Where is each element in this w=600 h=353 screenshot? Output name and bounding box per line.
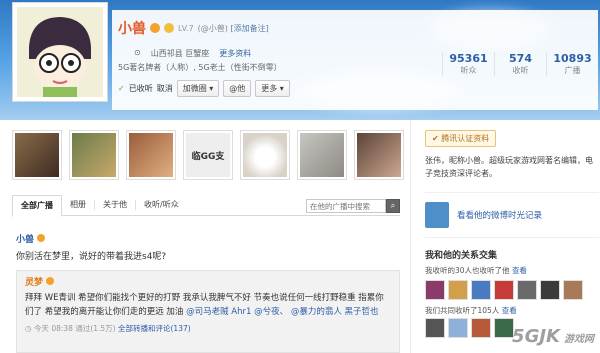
- avatar[interactable]: [494, 318, 514, 338]
- main-content: 临GG支 全部广播 相册 关于他 收听/听众 ⌕ 小兽 你别活在梦里，说好的带着…: [0, 120, 600, 353]
- photo-thumb[interactable]: [240, 130, 290, 180]
- view-common-link[interactable]: 查看: [512, 266, 527, 275]
- avatar[interactable]: [494, 280, 514, 300]
- avatar[interactable]: [471, 280, 491, 300]
- relation-mutual: 我们共同收听了105人 查看: [425, 306, 517, 315]
- tags-text: 5G著名牌者（人称）, 5G老土（性街不倒零）: [118, 63, 282, 72]
- unfollow-link[interactable]: 取消: [157, 83, 173, 94]
- quoted-author[interactable]: 灵梦: [25, 278, 43, 288]
- quoted-text: 拜拜 WE青训 希望你们能找个更好的打野 我承认我脾气不好 节奏也说任何一线打野…: [25, 293, 384, 317]
- profile-card: 小兽 LV.7 (@小兽) [添加备注] ⊙ 山西祁县 巨蟹座 更多资料 5G著…: [112, 10, 598, 110]
- stats-bar: 95361 听众 574 收听 10893 广播: [442, 52, 598, 76]
- stat-following[interactable]: 574 收听: [494, 52, 546, 76]
- relation-common-following: 我收听的30人也收听了他 查看: [425, 266, 527, 275]
- site-watermark: 5GJK 游戏网: [512, 326, 594, 347]
- more-info-link[interactable]: 更多资料: [219, 48, 251, 59]
- profile-name[interactable]: 小兽: [118, 18, 146, 38]
- avatar[interactable]: [448, 318, 468, 338]
- avatar[interactable]: [12, 2, 108, 102]
- stat-listeners[interactable]: 95361 听众: [442, 52, 494, 76]
- vip-badge-icon: [36, 234, 45, 242]
- post-author[interactable]: 小兽: [16, 235, 34, 245]
- all-comments-link[interactable]: 全部转播和评论(137): [118, 324, 191, 333]
- photo-strip: 临GG支: [12, 130, 404, 180]
- quoted-mentions[interactable]: @司马老贼 Ahr1 @兮夜、 @暴力的翡人 黑子哲也: [186, 307, 378, 317]
- broadcast-search-input[interactable]: [306, 199, 386, 213]
- tab-following[interactable]: 收听/听众: [136, 200, 187, 210]
- mutual-avatars: [425, 318, 514, 338]
- gold-badge-icon: [164, 23, 174, 33]
- avatar[interactable]: [448, 280, 468, 300]
- vip-badge-icon: [45, 277, 54, 285]
- sidebar: ✔ 腾讯认证资料 张伟，昵称小兽。超级玩家游戏网著名编辑，电子竞技资深评论者。 …: [410, 120, 600, 353]
- tab-all-broadcasts[interactable]: 全部广播: [12, 194, 62, 217]
- relation-title: 我和他的关系交集: [425, 251, 498, 261]
- tab-about[interactable]: 关于他: [95, 199, 136, 210]
- check-icon: ✓: [118, 84, 125, 93]
- stat-broadcasts[interactable]: 10893 广播: [546, 52, 598, 76]
- quoted-meta: ◷ 今天 08:38 通过(1.5万) 全部转播和评论(137): [25, 324, 191, 333]
- location-icon: ⊙: [134, 48, 141, 57]
- avatar[interactable]: [540, 280, 560, 300]
- post: 小兽 你别活在梦里，说好的带着我进s4呢?: [16, 232, 166, 262]
- timeline-column: 临GG支 全部广播 相册 关于他 收听/听众 ⌕ 小兽 你别活在梦里，说好的带着…: [12, 120, 404, 353]
- followed-label: 已收听: [128, 84, 153, 93]
- more-button[interactable]: 更多 ▾: [255, 80, 290, 97]
- quoted-post: 灵梦 拜拜 WE青训 希望你们能找个更好的打野 我承认我脾气不好 节奏也说任何一…: [16, 270, 400, 353]
- vip-badge-icon: [150, 23, 160, 33]
- clock-icon: ◷: [25, 324, 32, 333]
- photo-thumb[interactable]: 临GG支: [183, 130, 233, 180]
- handle: (@小兽) [添加备注]: [197, 23, 269, 33]
- tab-album[interactable]: 相册: [62, 199, 95, 210]
- avatar[interactable]: [425, 318, 445, 338]
- level-label: LV.7: [178, 23, 194, 33]
- photo-thumb[interactable]: [12, 130, 62, 180]
- photo-thumb[interactable]: [126, 130, 176, 180]
- search-icon[interactable]: ⌕: [386, 199, 400, 213]
- add-group-button[interactable]: 加微圈 ▾: [176, 80, 220, 97]
- v-icon: ✔: [432, 134, 439, 143]
- mention-button[interactable]: @他: [223, 80, 252, 97]
- cert-badge[interactable]: ✔ 腾讯认证资料: [425, 130, 497, 147]
- timeline-link[interactable]: 看看他的微博时光记录: [425, 192, 599, 238]
- avatar[interactable]: [471, 318, 491, 338]
- photo-thumb[interactable]: [297, 130, 347, 180]
- location-text: 山西祁县 巨蟹座: [150, 49, 210, 58]
- hourglass-icon: [425, 202, 449, 228]
- profile-header: 小兽 LV.7 (@小兽) [添加备注] ⊙ 山西祁县 巨蟹座 更多资料 5G著…: [0, 0, 600, 120]
- avatar[interactable]: [517, 280, 537, 300]
- avatar[interactable]: [563, 280, 583, 300]
- photo-thumb[interactable]: [69, 130, 119, 180]
- view-mutual-link[interactable]: 查看: [502, 306, 517, 315]
- bio-text: 张伟，昵称小兽。超级玩家游戏网著名编辑，电子竞技资深评论者。: [425, 156, 593, 178]
- post-text: 你别活在梦里，说好的带着我进s4呢?: [16, 252, 167, 262]
- add-note-link[interactable]: [添加备注]: [230, 24, 268, 33]
- common-avatars: [425, 280, 583, 300]
- photo-thumb[interactable]: [354, 130, 404, 180]
- avatar[interactable]: [425, 280, 445, 300]
